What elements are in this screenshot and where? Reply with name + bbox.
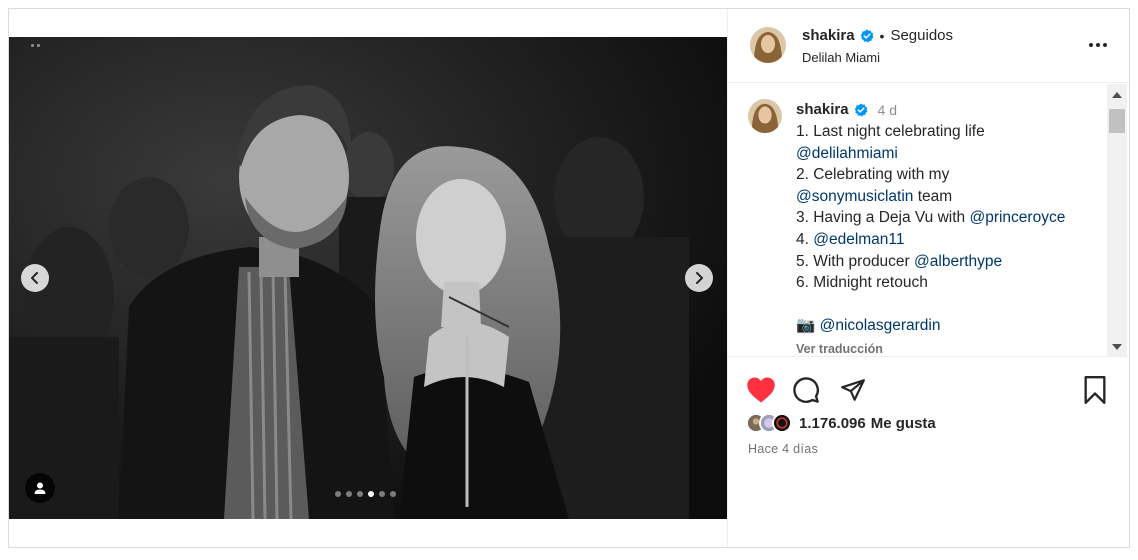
media-indicator xyxy=(31,44,40,47)
bookmark-icon xyxy=(1084,376,1106,404)
caption-line: 1. Last night celebrating life xyxy=(796,121,1102,143)
caption-text: 3. Having a Deja Vu with xyxy=(796,209,970,227)
paper-plane-icon xyxy=(841,379,865,401)
triangle-up-icon xyxy=(1112,91,1122,98)
caption-line: 📷 @nicolasgerardin xyxy=(796,315,1102,337)
caption-line: 3. Having a Deja Vu with @princeroyce xyxy=(796,207,1102,229)
caption-author-avatar[interactable] xyxy=(748,99,782,133)
chevron-left-icon xyxy=(31,272,38,284)
carousel-next-button[interactable] xyxy=(685,264,713,292)
caption-text: 5. With producer xyxy=(796,252,915,270)
caption-line: 5. With producer @alberthype xyxy=(796,251,1102,273)
carousel-dot xyxy=(390,491,396,497)
caption-timestamp[interactable]: 4 d xyxy=(878,102,897,118)
caption-text: 6. Midnight retouch xyxy=(796,274,928,292)
verified-badge-icon xyxy=(854,103,868,116)
author-username[interactable]: shakira xyxy=(802,27,855,44)
post-photo xyxy=(9,37,727,519)
liker-avatar[interactable] xyxy=(772,413,792,433)
post-caption: 1. Last night celebrating life @delilahmi… xyxy=(796,121,1102,337)
post-location[interactable]: Delilah Miami xyxy=(802,50,880,65)
mention-link[interactable]: @nicolasgerardin xyxy=(820,317,941,334)
carousel-dot xyxy=(335,491,341,497)
more-options-icon[interactable] xyxy=(1086,35,1110,55)
share-button[interactable] xyxy=(838,375,868,405)
carousel-dots xyxy=(335,491,396,497)
mention-link[interactable]: @princeroyce xyxy=(969,209,1065,226)
carousel-prev-button[interactable] xyxy=(21,264,49,292)
carousel-dot xyxy=(379,491,385,497)
scroll-down-button[interactable] xyxy=(1107,338,1127,355)
post-sidebar: shakira • Seguidos Delilah Miami shakira… xyxy=(727,9,1130,547)
author-avatar[interactable] xyxy=(750,27,786,63)
caption-line: @delilahmiami xyxy=(796,143,1102,165)
scrollbar-thumb[interactable] xyxy=(1109,109,1125,133)
mention-link[interactable]: @delilahmiami xyxy=(796,145,898,162)
save-button[interactable] xyxy=(1080,375,1110,405)
caption-line: 6. Midnight retouch xyxy=(796,272,1102,294)
comment-bubble-icon xyxy=(793,377,819,403)
carousel-dot xyxy=(346,491,352,497)
like-button[interactable] xyxy=(746,375,776,405)
mention-link[interactable]: @edelman11 xyxy=(813,231,904,248)
carousel-dot xyxy=(357,491,363,497)
verified-badge-icon xyxy=(860,29,874,42)
caption-username[interactable]: shakira xyxy=(796,101,849,118)
header-separator: • xyxy=(879,27,885,44)
heart-filled-icon xyxy=(747,377,775,403)
person-tag-icon xyxy=(34,482,46,494)
mention-link[interactable]: @sonymusiclatin xyxy=(796,188,913,205)
likes-row: 1.176.096 Me gusta xyxy=(746,413,936,433)
tagged-users-button[interactable] xyxy=(25,473,55,503)
post-timestamp[interactable]: Hace 4 días xyxy=(748,442,818,456)
mention-link[interactable]: @alberthype xyxy=(914,253,1002,270)
caption-text: 4. xyxy=(796,230,814,248)
caption-line: 4. @edelman11 xyxy=(796,229,1102,251)
caption-line: 2. Celebrating with my xyxy=(796,164,1102,186)
scroll-up-button[interactable] xyxy=(1107,86,1127,103)
action-bar xyxy=(728,375,1130,405)
following-button[interactable]: Seguidos xyxy=(890,27,953,44)
caption-text: team xyxy=(913,187,953,205)
post-header: shakira • Seguidos Delilah Miami xyxy=(728,9,1129,83)
caption-text: 📷 xyxy=(796,317,820,335)
comment-button[interactable] xyxy=(791,375,821,405)
chevron-right-icon xyxy=(696,272,703,284)
comments-scrollbar[interactable] xyxy=(1107,84,1127,356)
caption-text: 1. Last night celebrating life xyxy=(796,123,985,140)
triangle-down-icon xyxy=(1112,343,1122,350)
post-dialog: shakira • Seguidos Delilah Miami shakira… xyxy=(8,8,1130,548)
caption-header: shakira 4 d xyxy=(796,101,897,118)
caption-text: 2. Celebrating with my xyxy=(796,166,950,184)
caption-line: @sonymusiclatin team xyxy=(796,186,1102,208)
header-line: shakira • Seguidos xyxy=(802,27,953,44)
carousel-dot-active xyxy=(368,491,374,497)
caption-line xyxy=(796,294,1102,316)
post-media[interactable] xyxy=(9,37,727,519)
comments-section[interactable]: shakira 4 d 1. Last night celebrating li… xyxy=(728,84,1130,357)
likes-count[interactable]: 1.176.096 Me gusta xyxy=(799,415,936,432)
see-translation-link[interactable]: Ver traducción xyxy=(796,342,883,356)
